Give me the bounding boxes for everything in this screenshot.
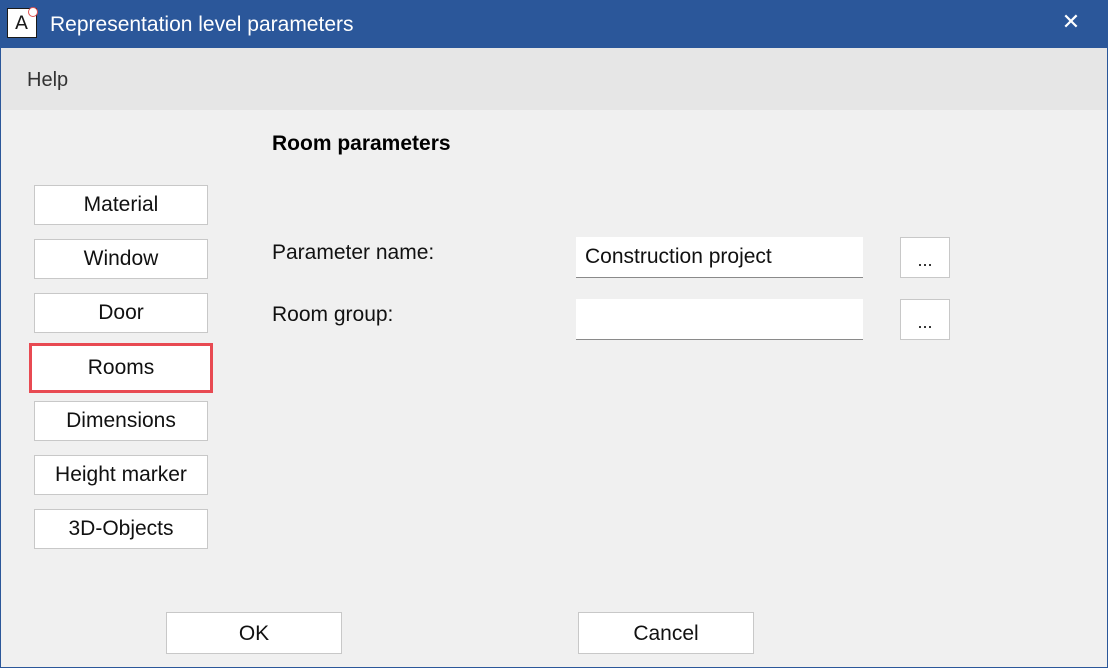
nav-button-door[interactable]: Door	[34, 293, 208, 333]
app-icon: A	[7, 7, 38, 38]
window-title: Representation level parameters	[50, 13, 354, 36]
nav-button-dimensions[interactable]: Dimensions	[34, 401, 208, 441]
ok-button[interactable]: OK	[166, 612, 342, 654]
menu-item-help[interactable]: Help	[27, 69, 68, 92]
nav-button-height-marker[interactable]: Height marker	[34, 455, 208, 495]
dialog-window: A Representation level parameters ✕ Help…	[0, 0, 1108, 668]
parameter-name-field[interactable]: Construction project	[576, 237, 863, 278]
close-button[interactable]: ✕	[1035, 1, 1107, 48]
nav-button-rooms[interactable]: Rooms	[29, 343, 213, 393]
title-bar: A Representation level parameters ✕	[1, 1, 1107, 48]
room-group-label: Room group:	[272, 303, 394, 326]
section-title: Room parameters	[272, 132, 451, 155]
close-icon: ✕	[1061, 10, 1081, 35]
parameter-name-label: Parameter name:	[272, 241, 435, 264]
nav-button-material[interactable]: Material	[34, 185, 208, 225]
room-group-browse-button[interactable]: ...	[900, 299, 950, 340]
cancel-button[interactable]: Cancel	[578, 612, 754, 654]
nav-button-3d-objects[interactable]: 3D-Objects	[34, 509, 208, 549]
parameter-name-browse-button[interactable]: ...	[900, 237, 950, 278]
room-group-field[interactable]	[576, 299, 863, 340]
menu-bar: Help	[1, 48, 1107, 110]
app-icon-letter: A	[15, 12, 28, 34]
nav-button-window[interactable]: Window	[34, 239, 208, 279]
app-icon-badge	[28, 7, 38, 17]
